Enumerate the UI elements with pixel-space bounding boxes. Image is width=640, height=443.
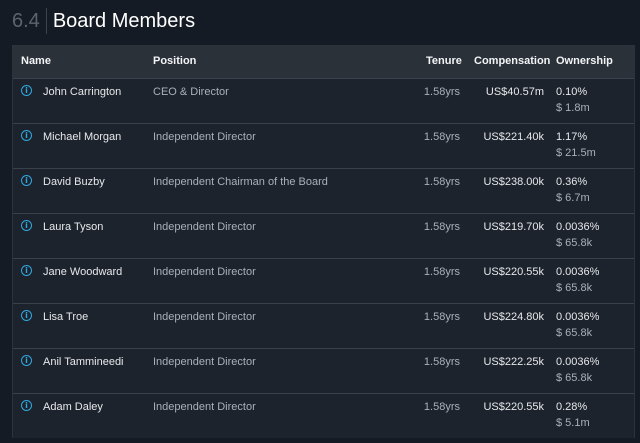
member-ownership-value: $ 5.1m xyxy=(556,417,590,429)
member-tenure: 1.58yrs xyxy=(423,221,460,233)
member-position: Independent Director xyxy=(153,356,256,368)
column-header-position: Position xyxy=(153,55,197,67)
member-ownership-value: $ 1.8m xyxy=(556,102,590,114)
info-icon[interactable]: i xyxy=(21,265,32,276)
table-row: i Adam Daley Independent Director 1.58yr… xyxy=(13,394,634,438)
member-ownership-percent: 1.17% xyxy=(556,131,588,143)
member-compensation: US$220.55k xyxy=(483,266,544,278)
member-tenure: 1.58yrs xyxy=(423,176,460,188)
section-title: Board Members xyxy=(52,9,196,32)
member-tenure: 1.58yrs xyxy=(423,131,460,143)
info-icon[interactable]: i xyxy=(21,355,32,366)
member-tenure: 1.58yrs xyxy=(423,266,460,278)
info-icon[interactable]: i xyxy=(21,310,32,321)
member-compensation: US$220.55k xyxy=(483,401,544,413)
member-ownership-value: $ 65.8k xyxy=(556,237,593,249)
column-header-ownership: Ownership xyxy=(556,55,613,67)
member-ownership-value: $ 6.7m xyxy=(556,192,590,204)
section-divider xyxy=(45,8,47,34)
table-row: i Laura Tyson Independent Director 1.58y… xyxy=(13,214,634,259)
board-members-table: Name Position Tenure Compensation Owners… xyxy=(12,45,635,438)
table-row: i John Carrington CEO & Director 1.58yrs… xyxy=(13,79,634,124)
table-row: i David Buzby Independent Chairman of th… xyxy=(13,169,634,214)
member-ownership-percent: 0.0036% xyxy=(556,266,600,278)
member-name: Lisa Troe xyxy=(43,311,89,323)
member-ownership-percent: 0.28% xyxy=(556,401,588,413)
info-icon[interactable]: i xyxy=(21,85,32,96)
member-ownership-percent: 0.0036% xyxy=(556,311,600,323)
member-compensation: US$224.80k xyxy=(483,311,544,323)
member-position: Independent Director xyxy=(153,266,256,278)
member-ownership-percent: 0.10% xyxy=(556,86,588,98)
member-position: CEO & Director xyxy=(153,86,229,98)
member-compensation: US$40.57m xyxy=(485,86,544,98)
member-position: Independent Director xyxy=(153,131,256,143)
member-compensation: US$238.00k xyxy=(483,176,544,188)
member-tenure: 1.58yrs xyxy=(423,356,460,368)
column-header-compensation: Compensation xyxy=(474,55,551,67)
member-name: Michael Morgan xyxy=(43,131,122,143)
member-ownership-value: $ 65.8k xyxy=(556,372,593,384)
info-icon[interactable]: i xyxy=(21,400,32,411)
member-compensation: US$219.70k xyxy=(483,221,544,233)
member-compensation: US$221.40k xyxy=(483,131,544,143)
member-name: Adam Daley xyxy=(43,401,103,413)
column-header-name: Name xyxy=(21,55,51,67)
member-ownership-value: $ 21.5m xyxy=(556,147,596,159)
member-ownership-percent: 0.36% xyxy=(556,176,588,188)
member-ownership-value: $ 65.8k xyxy=(556,327,593,339)
info-icon[interactable]: i xyxy=(21,220,32,231)
table-row: i Lisa Troe Independent Director 1.58yrs… xyxy=(13,304,634,349)
member-ownership-value: $ 65.8k xyxy=(556,282,593,294)
table-row: i Anil Tammineedi Independent Director 1… xyxy=(13,349,634,394)
member-position: Independent Director xyxy=(153,221,256,233)
member-ownership-percent: 0.0036% xyxy=(556,356,600,368)
member-tenure: 1.58yrs xyxy=(423,86,460,98)
member-position: Independent Director xyxy=(153,311,256,323)
table-header: Name Position Tenure Compensation Owners… xyxy=(13,46,634,79)
member-tenure: 1.58yrs xyxy=(423,311,460,323)
section-header: 6.4 Board Members xyxy=(12,6,195,36)
member-name: David Buzby xyxy=(43,176,105,188)
section-number: 6.4 xyxy=(12,9,40,32)
column-header-tenure: Tenure xyxy=(426,55,462,67)
member-compensation: US$222.25k xyxy=(483,356,544,368)
member-position: Independent Chairman of the Board xyxy=(153,176,328,188)
table-row: i Michael Morgan Independent Director 1.… xyxy=(13,124,634,169)
info-icon[interactable]: i xyxy=(21,130,32,141)
member-tenure: 1.58yrs xyxy=(423,401,460,413)
member-position: Independent Director xyxy=(153,401,256,413)
table-row: i Jane Woodward Independent Director 1.5… xyxy=(13,259,634,304)
member-name: Jane Woodward xyxy=(43,266,123,278)
member-ownership-percent: 0.0036% xyxy=(556,221,600,233)
member-name: John Carrington xyxy=(43,86,122,98)
member-name: Laura Tyson xyxy=(43,221,104,233)
member-name: Anil Tammineedi xyxy=(43,356,124,368)
info-icon[interactable]: i xyxy=(21,175,32,186)
